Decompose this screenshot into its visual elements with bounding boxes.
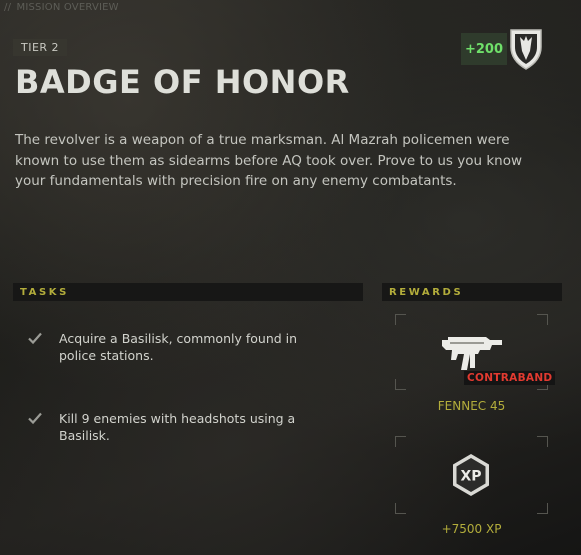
mission-title: BADGE OF HONOR [15, 63, 350, 101]
breadcrumb-label: MISSION OVERVIEW [16, 2, 119, 13]
task-text: Acquire a Basilisk, commonly found in po… [59, 331, 298, 363]
tasks-header-label: TASKS [20, 286, 69, 298]
frame-corner [395, 503, 406, 514]
task-item: Acquire a Basilisk, commonly found in po… [27, 330, 329, 364]
faction-shield-icon [510, 29, 542, 70]
frame-corner [395, 314, 406, 325]
contraband-tag: CONTRABAND [464, 371, 556, 385]
breadcrumb-separator: // [4, 2, 12, 13]
xp-hexagon-icon: XP [453, 454, 489, 496]
mission-description: The revolver is a weapon of a true marks… [15, 132, 522, 189]
reward-name: FENNEC 45 [437, 399, 506, 413]
svg-text:XP: XP [460, 469, 481, 485]
rewards-header: REWARDS [382, 283, 562, 301]
breadcrumb: // MISSION OVERVIEW [4, 2, 119, 13]
task-item: Kill 9 enemies with headshots using a Ba… [27, 410, 329, 444]
rewards-header-label: REWARDS [389, 286, 464, 298]
xp-bonus-badge: +200 [461, 33, 507, 65]
frame-corner [537, 503, 548, 514]
checkmark-icon [28, 332, 42, 345]
task-text: Kill 9 enemies with headshots using a Ba… [59, 411, 296, 443]
frame-corner [537, 314, 548, 325]
tier-badge: TIER 2 [13, 39, 68, 56]
reward-name: +7500 XP [441, 522, 502, 536]
frame-corner [395, 436, 406, 447]
frame-corner [395, 379, 406, 390]
frame-corner [537, 436, 548, 447]
checkmark-icon [28, 412, 42, 425]
tasks-header: TASKS [13, 283, 363, 301]
smg-weapon-icon [442, 337, 502, 370]
